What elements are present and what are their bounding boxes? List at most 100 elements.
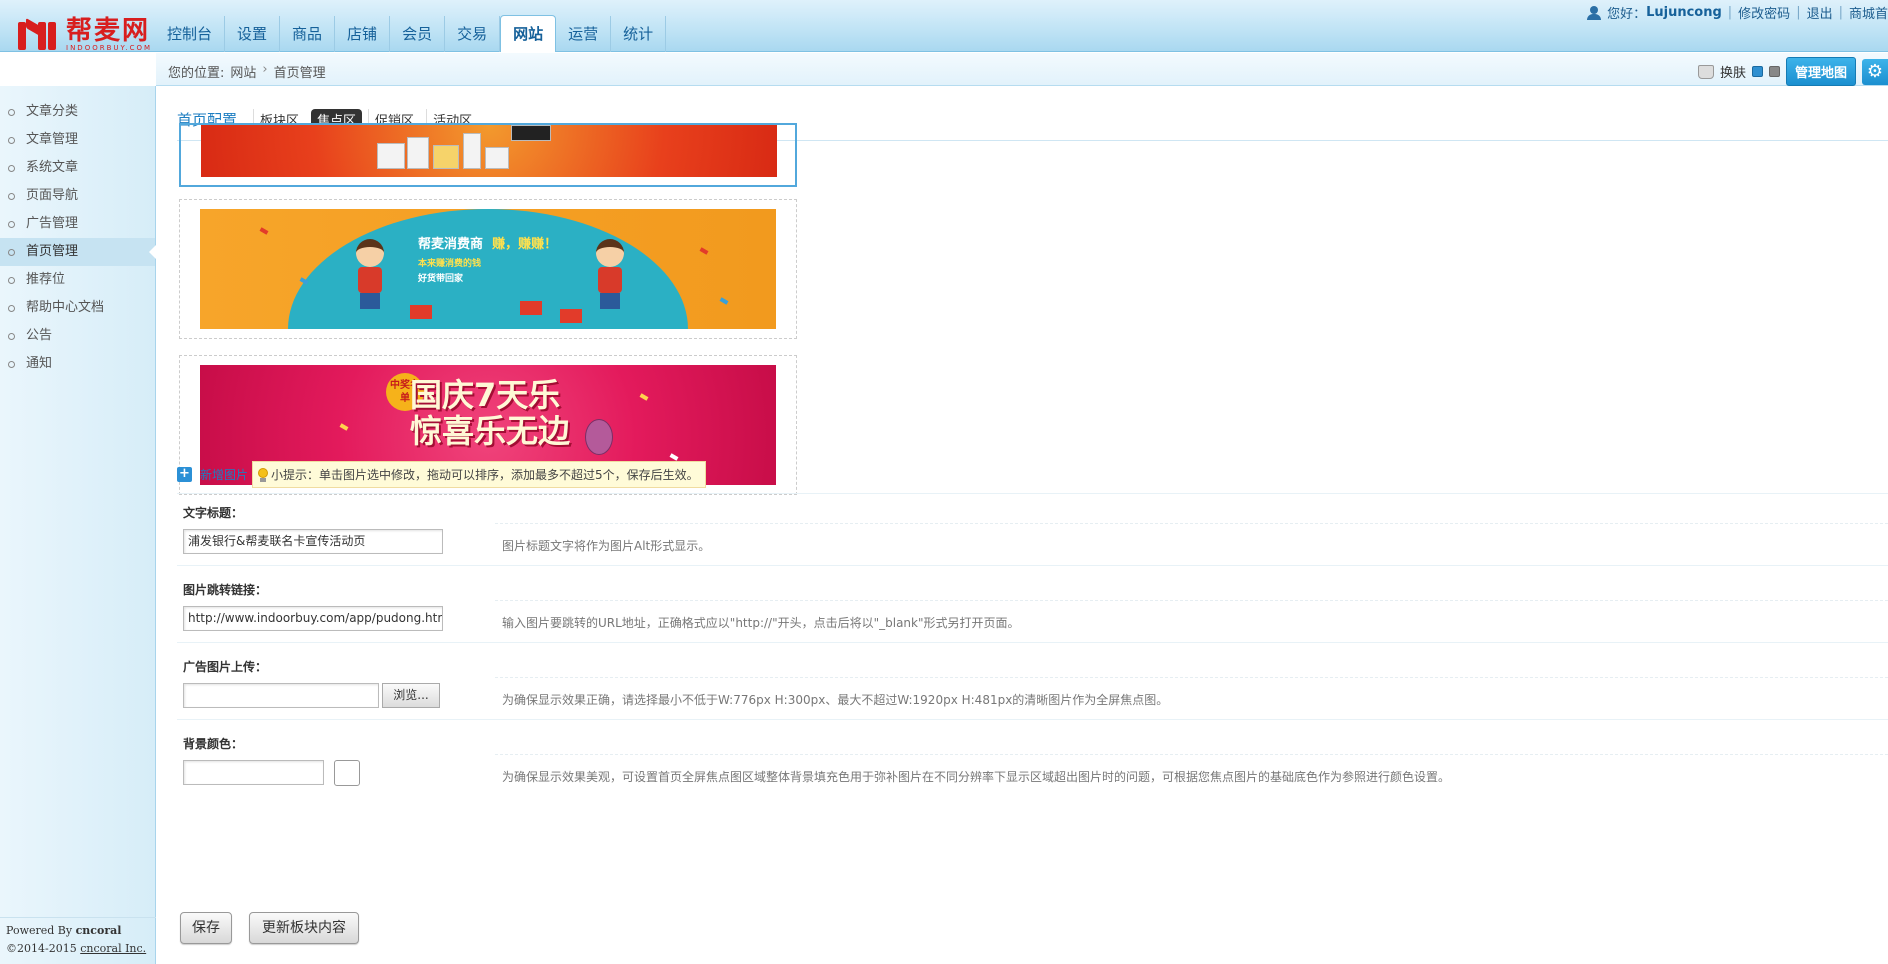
update-block-button[interactable]: 更新板块内容	[249, 912, 359, 944]
bullet-icon	[8, 305, 15, 312]
confetti-icon	[719, 297, 729, 305]
bullet-icon	[8, 361, 15, 368]
title-input[interactable]: 浦发银行&帮麦联名卡宣传活动页	[183, 529, 443, 554]
form-divider	[177, 719, 1888, 720]
tip-box: 小提示：单击图片选中修改，拖动可以排序，添加最多不超过5个，保存后生效。	[252, 461, 706, 488]
copyright: ©2014-2015	[6, 942, 77, 955]
save-button[interactable]: 保存	[180, 912, 232, 944]
bullet-icon	[8, 109, 15, 116]
separator: |	[1838, 5, 1843, 20]
logo-mark-icon	[18, 17, 62, 52]
bg-color-input[interactable]	[183, 760, 324, 785]
gift-box-icon	[485, 147, 509, 169]
user-bar: 您好： Lujuncong | 修改密码 | 退出 | 商城首	[1587, 3, 1888, 22]
admin-map-button[interactable]: 管理地图	[1785, 57, 1856, 86]
sidebar-item-label: 帮助中心文档	[26, 300, 105, 315]
nav-trade[interactable]: 交易	[445, 16, 501, 52]
bullet-icon	[8, 193, 15, 200]
link-label: 图片跳转链接：	[183, 583, 268, 597]
logout-link[interactable]: 退出	[1807, 3, 1833, 22]
sidebar-item-page-nav[interactable]: 页面导航	[0, 182, 155, 210]
link-input[interactable]: http://www.indoorbuy.com/app/pudong.htm	[183, 606, 443, 631]
gift-box-icon	[463, 133, 481, 169]
sidebar-item-notice[interactable]: 通知	[0, 350, 155, 378]
red-envelope-icon	[410, 305, 432, 319]
banner-headline-b: 赚，赚赚！	[492, 237, 558, 252]
site-logo[interactable]: 帮麦网 INDOORBUY.COM	[18, 16, 152, 52]
link-hint: 输入图片要跳转的URL地址，正确格式应以"http://"开头，点击后将以"_b…	[502, 616, 1020, 630]
banner-subline: 好货带回家	[418, 274, 464, 284]
sidebar-item-ad-manage[interactable]: 广告管理	[0, 210, 155, 238]
bg-color-hint: 为确保显示效果美观，可设置首页全屏焦点图区域整体背景填充色用于弥补图片在不同分辨…	[502, 770, 1451, 784]
sidebar-item-label: 文章分类	[26, 104, 79, 119]
nav-operation[interactable]: 运营	[556, 16, 612, 52]
banner-headline-a: 帮麦消费商	[418, 237, 484, 252]
focus-banner-image[interactable]	[201, 125, 777, 177]
user-name[interactable]: Lujuncong	[1646, 5, 1722, 20]
footer-company-link[interactable]: cncoral Inc.	[80, 942, 146, 955]
skin-blue-swatch[interactable]	[1751, 66, 1763, 77]
skin-label[interactable]: 换肤	[1720, 62, 1746, 81]
focus-banner-image[interactable]: 帮麦消费商 赚，赚赚！ 本来赚消费的钱 好货带回家	[200, 209, 776, 329]
sidebar-item-system-article[interactable]: 系统文章	[0, 154, 155, 182]
breadcrumb-prefix: 您的位置:	[168, 66, 225, 81]
gift-box-icon	[407, 137, 429, 169]
color-picker-swatch[interactable]	[334, 760, 360, 786]
sidebar-item-recommend[interactable]: 推荐位	[0, 266, 155, 294]
bullet-icon	[8, 333, 15, 340]
breadcrumb: 您的位置: 网站 › 首页管理	[168, 62, 326, 81]
separator: |	[1796, 5, 1801, 20]
sidebar-item-announcement[interactable]: 公告	[0, 322, 155, 350]
skin-gray-swatch[interactable]	[1768, 66, 1780, 77]
add-image-row: + 新增图片 小提示：单击图片选中修改，拖动可以排序，添加最多不超过5个，保存后…	[177, 461, 706, 488]
change-password-link[interactable]: 修改密码	[1738, 3, 1790, 22]
add-image-link[interactable]: 新增图片	[200, 466, 248, 483]
card-icon	[511, 125, 551, 141]
form-divider	[177, 642, 1888, 643]
nav-members[interactable]: 会员	[390, 16, 446, 52]
add-icon[interactable]: +	[177, 467, 192, 482]
bullet-icon	[8, 277, 15, 284]
breadcrumb-sep: ›	[262, 62, 268, 77]
nav-dashboard[interactable]: 控制台	[155, 16, 226, 52]
nav-goods[interactable]: 商品	[280, 16, 336, 52]
nav-website[interactable]: 网站	[500, 15, 557, 52]
confetti-icon	[339, 423, 349, 431]
breadcrumb-level1[interactable]: 网站	[230, 62, 256, 81]
sidebar: 文章分类 文章管理 系统文章 页面导航 广告管理 首页管理 推荐位 帮助中心文档…	[0, 86, 156, 964]
nav-store[interactable]: 店铺	[335, 16, 391, 52]
character-icon	[590, 239, 630, 309]
gift-box-icon	[377, 143, 405, 169]
upload-file-input[interactable]	[183, 683, 379, 708]
sidebar-item-help-docs[interactable]: 帮助中心文档	[0, 294, 155, 322]
browse-button[interactable]: 浏览...	[382, 683, 440, 708]
nav-settings[interactable]: 设置	[225, 16, 281, 52]
sidebar-item-label: 系统文章	[26, 160, 79, 175]
sidebar-item-label: 页面导航	[26, 188, 79, 203]
logo-name: 帮麦网	[66, 16, 151, 46]
greeting: 您好：	[1607, 7, 1647, 22]
focus-banner-card[interactable]: 帮麦消费商 赚，赚赚！ 本来赚消费的钱 好货带回家	[179, 199, 797, 339]
sidebar-item-label: 公告	[26, 328, 53, 343]
sidebar-divider	[0, 917, 156, 918]
breadcrumb-bar: 您的位置: 网站 › 首页管理 换肤 管理地图 ⚙	[156, 53, 1888, 86]
banner-text: 帮麦消费商 赚，赚赚！ 本来赚消费的钱 好货带回家	[418, 233, 557, 284]
sidebar-item-article-manage[interactable]: 文章管理	[0, 126, 155, 154]
store-home-link[interactable]: 商城首	[1849, 3, 1888, 22]
form-divider	[177, 493, 1888, 494]
bullet-icon	[8, 137, 15, 144]
confetti-icon	[639, 393, 649, 401]
banner-subline: 本来赚消费的钱	[418, 259, 482, 269]
bullet-icon	[8, 249, 15, 256]
sidebar-footer: Powered By cncoral ©2014-2015 cncoral In…	[6, 922, 146, 958]
upload-hint: 为确保显示效果正确，请选择最小不低于W:776px H:300px、最大不超过W…	[502, 693, 1169, 707]
nav-statistics[interactable]: 统计	[611, 16, 667, 52]
focus-banner-card[interactable]	[179, 123, 797, 187]
tip-text: 小提示：单击图片选中修改，拖动可以排序，添加最多不超过5个，保存后生效。	[271, 468, 699, 482]
main-nav: 控制台 设置 商品 店铺 会员 交易 网站 运营 统计	[155, 15, 667, 53]
shirt-icon[interactable]	[1697, 64, 1714, 79]
gear-icon[interactable]: ⚙	[1862, 58, 1888, 85]
sidebar-item-home-manage[interactable]: 首页管理	[0, 238, 156, 266]
sidebar-item-label: 推荐位	[26, 272, 66, 287]
sidebar-item-article-category[interactable]: 文章分类	[0, 98, 155, 126]
